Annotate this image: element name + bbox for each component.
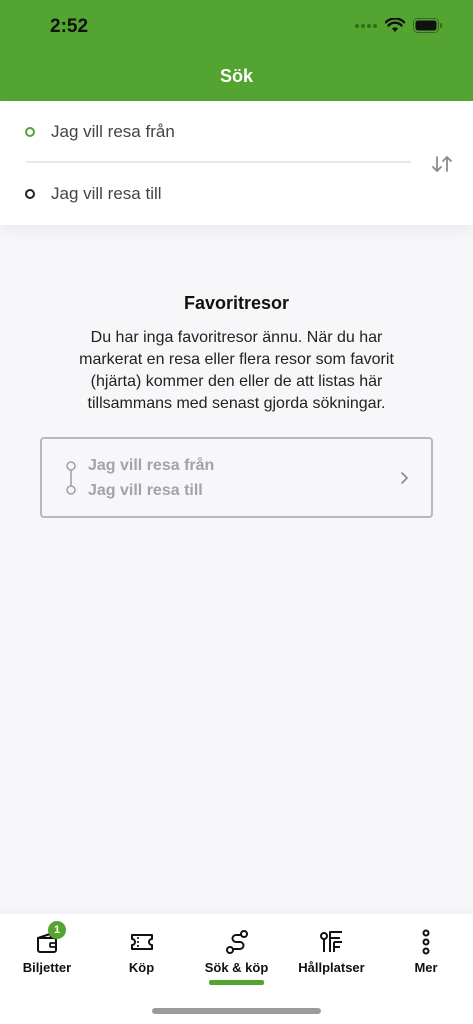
search-card: Jag vill resa från Jag vill resa till — [0, 101, 473, 225]
to-field[interactable]: Jag vill resa till — [0, 174, 410, 214]
more-vertical-icon — [413, 929, 439, 955]
tab-hallplatser[interactable]: Hållplatser — [284, 914, 379, 994]
tab-kop[interactable]: Köp — [94, 914, 189, 994]
destination-dot-icon — [25, 189, 35, 199]
ticket-icon — [129, 929, 155, 955]
favorite-example-from: Jag vill resa från — [88, 457, 215, 474]
status-icons — [355, 18, 443, 33]
favorite-example-to: Jag vill resa till — [88, 482, 203, 499]
tickets-badge: 1 — [48, 921, 66, 939]
wallet-icon: 1 — [34, 921, 66, 955]
tab-mer[interactable]: Mer — [379, 914, 473, 994]
tab-label: Biljetter — [22, 960, 72, 975]
wifi-icon — [385, 18, 405, 32]
app-header: 2:52 Sök — [0, 0, 473, 101]
tab-biljetter[interactable]: 1 Biljetter — [0, 914, 94, 994]
battery-icon — [413, 18, 442, 33]
tab-label: Mer — [414, 960, 438, 975]
swap-vertical-icon — [432, 156, 452, 172]
tab-label: Sök & köp — [204, 960, 269, 975]
home-indicator — [152, 1008, 321, 1014]
page-title: Sök — [219, 66, 253, 86]
tab-label: Hållplatser — [298, 960, 365, 975]
route-icon — [224, 929, 250, 955]
stop-sign-icon — [319, 929, 345, 955]
divider — [26, 161, 411, 163]
tab-label: Köp — [128, 960, 155, 975]
favorites-description: Du har inga favoritresor ännu. När du ha… — [79, 329, 394, 412]
to-placeholder: Jag vill resa till — [51, 184, 162, 203]
active-tab-indicator — [209, 980, 264, 985]
favorites-title: Favoritresor — [183, 293, 290, 313]
from-field[interactable]: Jag vill resa från — [0, 112, 410, 152]
status-time: 2:52 — [50, 16, 89, 37]
cellular-signal-icon — [355, 23, 377, 28]
route-line-icon — [66, 461, 76, 495]
from-placeholder: Jag vill resa från — [51, 122, 175, 141]
chevron-right-icon — [401, 472, 408, 484]
origin-dot-icon — [25, 127, 35, 137]
swap-button[interactable] — [429, 151, 455, 177]
favorite-example-card[interactable]: Jag vill resa från Jag vill resa till — [40, 437, 433, 518]
